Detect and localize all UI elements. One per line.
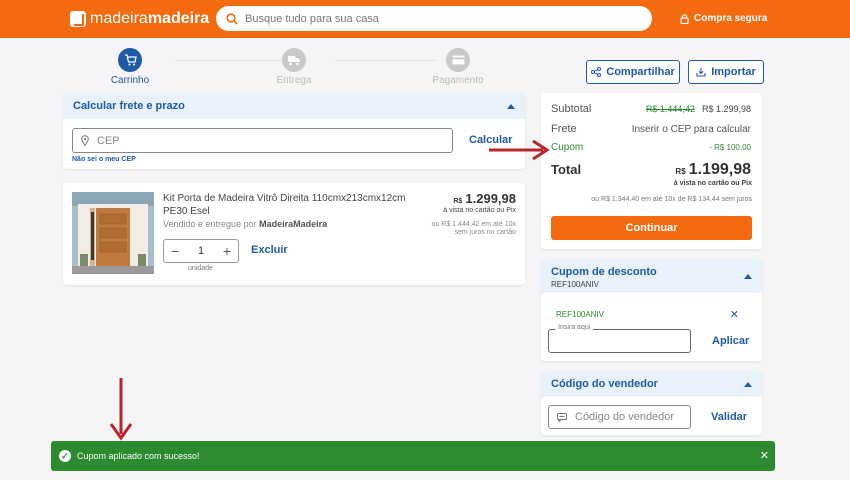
cupom-label: Cupom (551, 142, 584, 153)
seller-line: Vendido e entregue por MadeiraMadeira (163, 219, 327, 229)
top-header: madeiramadeira Compra segura (0, 0, 850, 38)
import-icon (696, 68, 706, 77)
delete-button[interactable]: Excluir (251, 244, 288, 256)
frete-value: Inserir o CEP para calcular (631, 124, 751, 135)
total-value: 1.199,98 (688, 161, 751, 178)
remove-coupon-icon[interactable]: ✕ (730, 308, 739, 321)
frete-label: Frete (551, 123, 577, 135)
toast-message: Cupom aplicado com sucesso! (77, 451, 200, 461)
seller-prefix: Vendido e entregue por (163, 219, 257, 229)
seller-code-card: Código do vendedor Validar (541, 371, 762, 435)
seller-code-input[interactable] (575, 411, 682, 423)
total-installments: ou R$ 1.344,40 em até 10x de R$ 134,44 s… (591, 196, 752, 203)
coupon-code-summary: REF100ANIV (551, 280, 600, 289)
cupom-row: Cupom - R$ 100,00 (551, 142, 751, 153)
product-card: Kit Porta de Madeira Vitrô Direita 110cm… (63, 183, 525, 285)
logo-icon (70, 11, 86, 27)
cart-icon (124, 54, 137, 66)
truck-icon (288, 55, 300, 65)
total-currency: R$ (675, 167, 686, 176)
logo-text-a: madeira (90, 10, 148, 27)
coupon-field[interactable] (548, 329, 691, 353)
product-price: 1.299,98 (465, 191, 516, 206)
coupon-card-header[interactable]: Cupom de desconto REF100ANIV (541, 259, 762, 293)
shipping-card-header[interactable]: Calcular frete e prazo (63, 93, 525, 119)
applied-coupon-code: REF100ANIV (556, 310, 605, 319)
order-summary-card: Subtotal R$ 1.444,42 R$ 1.299,98 Frete I… (541, 93, 762, 249)
location-pin-icon (81, 135, 89, 146)
card-icon (452, 55, 464, 65)
annotation-arrow-down-icon (109, 378, 133, 441)
quantity-value[interactable]: 1 (198, 245, 204, 257)
subtotal-new-price: R$ 1.299,98 (701, 104, 751, 114)
validate-button[interactable]: Validar (711, 411, 747, 423)
product-name[interactable]: Kit Porta de Madeira Vitrô Direita 110cm… (163, 192, 428, 218)
product-price-block: R$ 1.299,98 à vista no cartão ou Pix ou … (432, 191, 516, 236)
continue-button[interactable]: Continuar (551, 216, 752, 240)
price-note: à vista no cartão ou Pix (443, 207, 516, 214)
annotation-arrow-right-icon (489, 139, 550, 161)
total-note: à vista no cartão ou Pix (673, 180, 752, 187)
unknown-cep-link[interactable]: Não sei o meu CEP (72, 156, 136, 163)
coupon-title: Cupom de desconto (551, 266, 657, 278)
door-illustration (72, 192, 154, 274)
subtotal-label: Subtotal (551, 103, 592, 115)
secure-purchase: Compra segura (680, 13, 767, 24)
shipping-title: Calcular frete e prazo (73, 100, 185, 112)
subtotal-row: Subtotal R$ 1.444,42 R$ 1.299,98 (551, 103, 751, 115)
close-toast-icon[interactable]: ✕ (760, 449, 769, 462)
cep-input[interactable] (97, 134, 394, 147)
step-label: Carrinho (110, 75, 150, 86)
share-button[interactable]: Compartilhar (586, 60, 680, 84)
success-toast: ✓ Cupom aplicado com sucesso! ✕ (51, 441, 775, 471)
cep-field[interactable] (72, 128, 453, 153)
import-button[interactable]: Importar (688, 60, 764, 84)
step-delivery: Entrega (264, 48, 324, 86)
installments-line-1: ou R$ 1.444,42 em até 10x (431, 221, 516, 228)
lock-icon (680, 13, 689, 24)
installments-line-2: sem juros no cartão (454, 229, 516, 236)
check-circle-icon: ✓ (59, 450, 71, 462)
step-label: Entrega (276, 75, 312, 86)
search-input[interactable] (245, 12, 625, 25)
product-image[interactable] (72, 192, 154, 274)
step-payment: Pagamento (428, 48, 488, 86)
subtotal-old-price: R$ 1.444,42 (645, 104, 695, 114)
frete-row: Frete Inserir o CEP para calcular (551, 123, 751, 135)
seller-name: MadeiraMadeira (259, 219, 328, 229)
total-label: Total (551, 162, 582, 177)
step-label: Pagamento (432, 75, 484, 86)
coupon-input-label: Insira aqui (555, 324, 594, 331)
share-label: Compartilhar (606, 66, 675, 78)
apply-coupon-button[interactable]: Aplicar (712, 335, 749, 347)
seller-code-card-header[interactable]: Código do vendedor (541, 371, 762, 397)
minus-icon[interactable]: − (171, 243, 179, 259)
unit-label: unidade (188, 265, 213, 272)
price-currency: R$ (453, 198, 463, 205)
share-icon (591, 67, 602, 77)
secure-label: Compra segura (694, 13, 768, 24)
plus-icon[interactable]: + (223, 243, 231, 259)
checkout-steps: Carrinho Entrega Pagamento (100, 48, 500, 88)
chat-icon (557, 412, 567, 422)
collapse-caret-icon[interactable] (744, 381, 752, 387)
seller-code-title: Código do vendedor (551, 378, 658, 390)
seller-code-field[interactable] (548, 405, 691, 429)
logo-text-b: madeira (147, 10, 210, 27)
search-bar[interactable] (216, 6, 652, 31)
step-cart[interactable]: Carrinho (100, 48, 160, 86)
cupom-value: - R$ 100,00 (709, 143, 751, 152)
quantity-stepper: − 1 + (163, 239, 239, 263)
import-label: Importar (711, 66, 756, 78)
shipping-card: Calcular frete e prazo Calcular Não sei … (63, 93, 525, 169)
collapse-caret-icon[interactable] (744, 274, 752, 279)
step-divider (335, 60, 435, 61)
coupon-input[interactable] (557, 335, 664, 347)
search-icon (226, 12, 238, 25)
collapse-caret-icon[interactable] (507, 103, 515, 109)
coupon-card: Cupom de desconto REF100ANIV REF100ANIV … (541, 259, 762, 361)
site-logo[interactable]: madeira madeira (70, 9, 209, 29)
total-row: Total R$ 1.199,98 (551, 161, 751, 179)
